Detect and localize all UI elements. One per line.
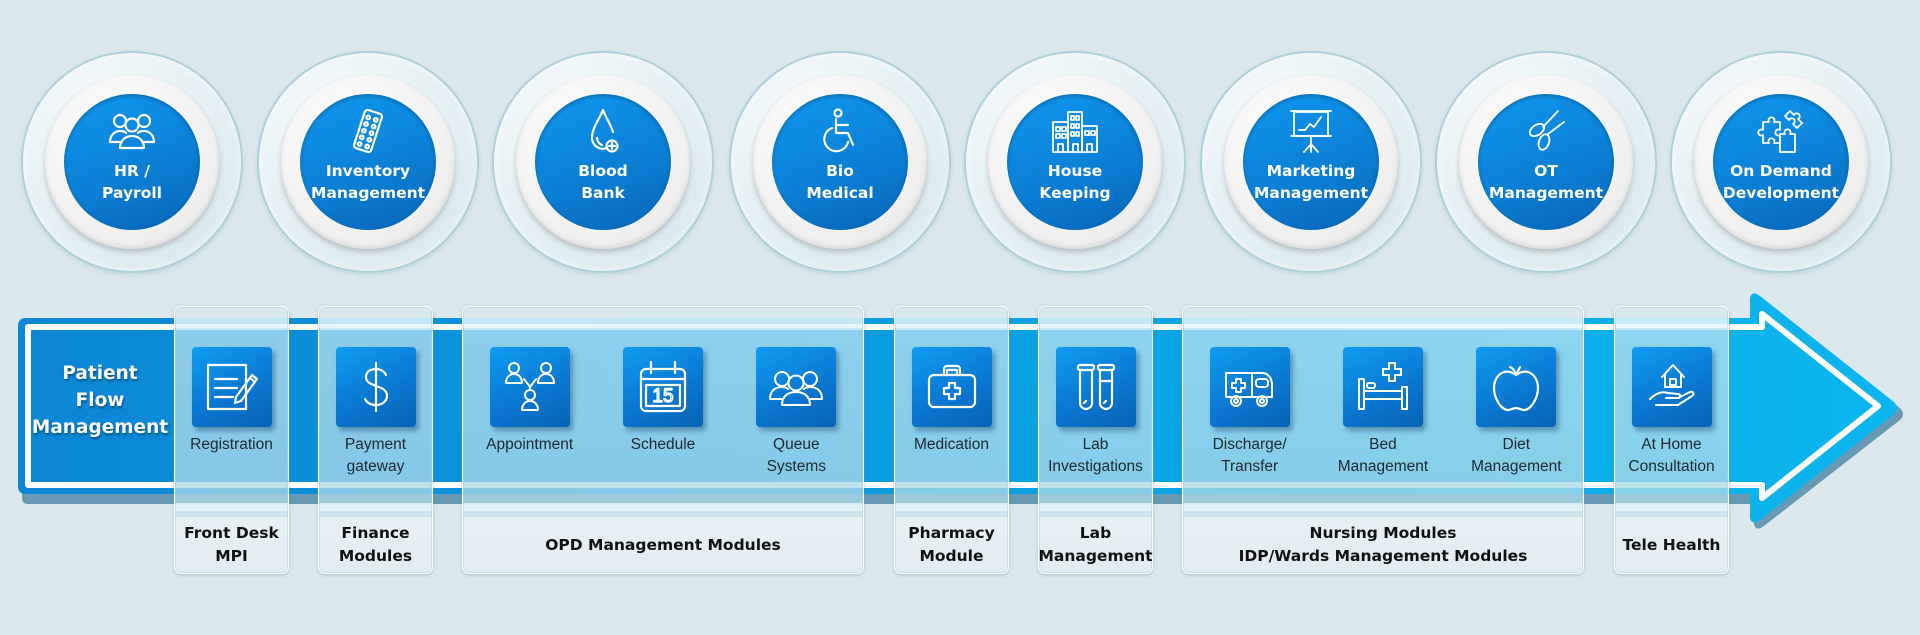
apple-icon — [1476, 347, 1557, 427]
panel-tele-health: At Home Consultation Tele Health — [1614, 306, 1729, 574]
item-payment-gateway[interactable]: Payment gateway — [319, 347, 432, 478]
item-label: Schedule — [630, 436, 696, 453]
item-label: Systems — [766, 458, 827, 475]
item-registration[interactable]: Registration — [175, 347, 288, 456]
item-label: Transfer — [1221, 458, 1279, 475]
calendar-day: 15 — [652, 386, 673, 407]
panel-front-desk: Registration Front Desk MPI — [174, 306, 289, 574]
item-label: Diet — [1502, 436, 1531, 453]
item-label: Investigations — [1048, 458, 1143, 475]
group-label-line: Management — [1038, 547, 1153, 565]
patient-flow-management-title: Patient Flow Management — [30, 360, 170, 441]
group-label-line: Module — [919, 547, 984, 565]
registration-form-icon — [191, 347, 272, 427]
item-label: Discharge/ — [1212, 436, 1287, 453]
item-label: Appointment — [486, 436, 574, 453]
group-label-line: IDP/Wards Management Modules — [1238, 547, 1528, 565]
medical-kit-icon — [911, 347, 992, 427]
panel-pharmacy: Medication Pharmacy Module — [894, 306, 1009, 574]
calendar-icon: 15 — [622, 347, 703, 427]
group-label-line: Modules — [338, 547, 413, 565]
item-label: Bed — [1369, 436, 1397, 453]
title-line: Patient — [62, 363, 138, 384]
item-schedule[interactable]: 15 Schedule — [598, 347, 728, 478]
group-label: OPD Management Modules — [463, 517, 863, 573]
people-network-icon — [489, 347, 570, 427]
item-lab-investigations[interactable]: Lab Investigations — [1039, 347, 1152, 478]
group-label-line: Front Desk — [184, 524, 279, 542]
home-care-icon — [1631, 347, 1712, 427]
item-label: Consultation — [1628, 458, 1715, 475]
group-label: Lab Management — [1038, 517, 1153, 573]
dollar-icon — [335, 347, 416, 427]
item-label: Management — [1471, 458, 1562, 475]
item-diet-management[interactable]: Diet Management — [1451, 347, 1581, 478]
group-label-line: Pharmacy — [908, 524, 995, 542]
item-appointment[interactable]: Appointment — [465, 347, 595, 478]
item-queue-systems[interactable]: Queue Systems — [731, 347, 861, 478]
item-at-home-consultation[interactable]: At Home Consultation — [1615, 347, 1728, 478]
item-label: Payment — [344, 436, 407, 453]
group-label: Finance Modules — [319, 517, 432, 573]
item-label: At Home — [1641, 436, 1702, 453]
panel-opd-management: Appointment 15 Schedule Queue Systems OPD… — [462, 306, 864, 574]
item-discharge-transfer[interactable]: Discharge/Transfer — [1185, 347, 1315, 478]
ambulance-icon — [1209, 347, 1290, 427]
group-label-line: Lab — [1079, 524, 1112, 542]
group-label-line: OPD Management Modules — [545, 535, 781, 554]
group-label-line: MPI — [215, 547, 248, 565]
hospital-bed-icon — [1342, 347, 1423, 427]
group-label: Tele Health — [1615, 517, 1728, 573]
panel-finance: Payment gateway Finance Modules — [318, 306, 433, 574]
item-label: gateway — [346, 458, 405, 475]
item-label: Registration — [190, 436, 273, 453]
panel-nursing-modules: Discharge/Transfer Bed Management Diet Man… — [1182, 306, 1584, 574]
item-medication[interactable]: Medication — [895, 347, 1008, 456]
item-label: Medication — [914, 436, 989, 453]
group-label: Nursing Modules IDP/Wards Management Modu… — [1183, 517, 1583, 573]
item-label: Lab — [1082, 436, 1109, 453]
panel-lab-management: Lab Investigations Lab Management — [1038, 306, 1153, 574]
title-line: Management — [31, 417, 169, 438]
group-label: Pharmacy Module — [895, 517, 1008, 573]
group-label-line: Tele Health — [1622, 535, 1721, 554]
test-tubes-icon — [1055, 347, 1136, 427]
title-line: Flow — [75, 390, 125, 411]
item-label: Queue — [773, 436, 820, 453]
group-label: Front Desk MPI — [175, 517, 288, 573]
item-label: Management — [1337, 458, 1429, 475]
group-label-line: Nursing Modules — [1309, 524, 1457, 542]
item-bed-management[interactable]: Bed Management — [1318, 347, 1448, 478]
group-label-line: Finance — [341, 524, 410, 542]
people-group-icon — [756, 347, 837, 427]
